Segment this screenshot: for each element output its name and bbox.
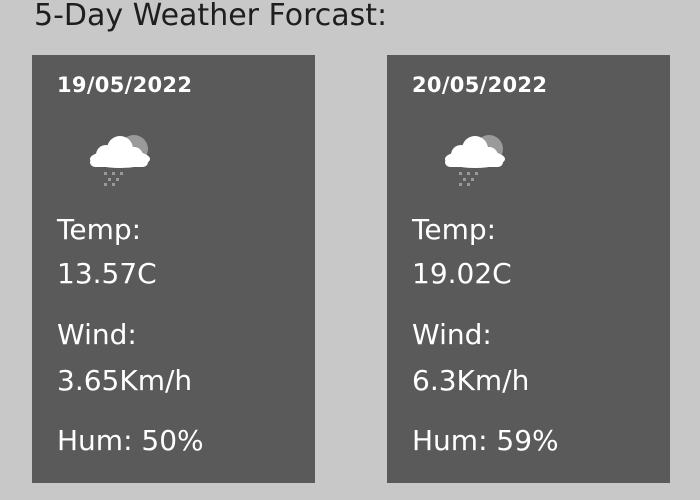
temp-value: 19.02C: [412, 257, 512, 290]
cloud-rain-sun-icon: [439, 129, 511, 187]
temp-value: 13.57C: [57, 257, 157, 290]
humidity-text: Hum: 59%: [412, 424, 559, 457]
forecast-date: 20/05/2022: [412, 73, 548, 97]
humidity-text: Hum: 50%: [57, 424, 204, 457]
forecast-card: 19/05/2022 Temp: 13.57C Wind: 3.65Km/h H…: [32, 55, 315, 483]
wind-label: Wind:: [57, 318, 137, 351]
forecast-card: 20/05/2022 Temp: 19.02C Wind: 6.3Km/h Hu…: [387, 55, 670, 483]
page-title: 5-Day Weather Forcast:: [34, 0, 388, 33]
forecast-date: 19/05/2022: [57, 73, 193, 97]
cloud-rain-sun-icon: [84, 129, 156, 187]
temp-label: Temp:: [57, 213, 142, 246]
wind-value: 3.65Km/h: [57, 364, 193, 397]
wind-value: 6.3Km/h: [412, 364, 530, 397]
temp-label: Temp:: [412, 213, 497, 246]
wind-label: Wind:: [412, 318, 492, 351]
